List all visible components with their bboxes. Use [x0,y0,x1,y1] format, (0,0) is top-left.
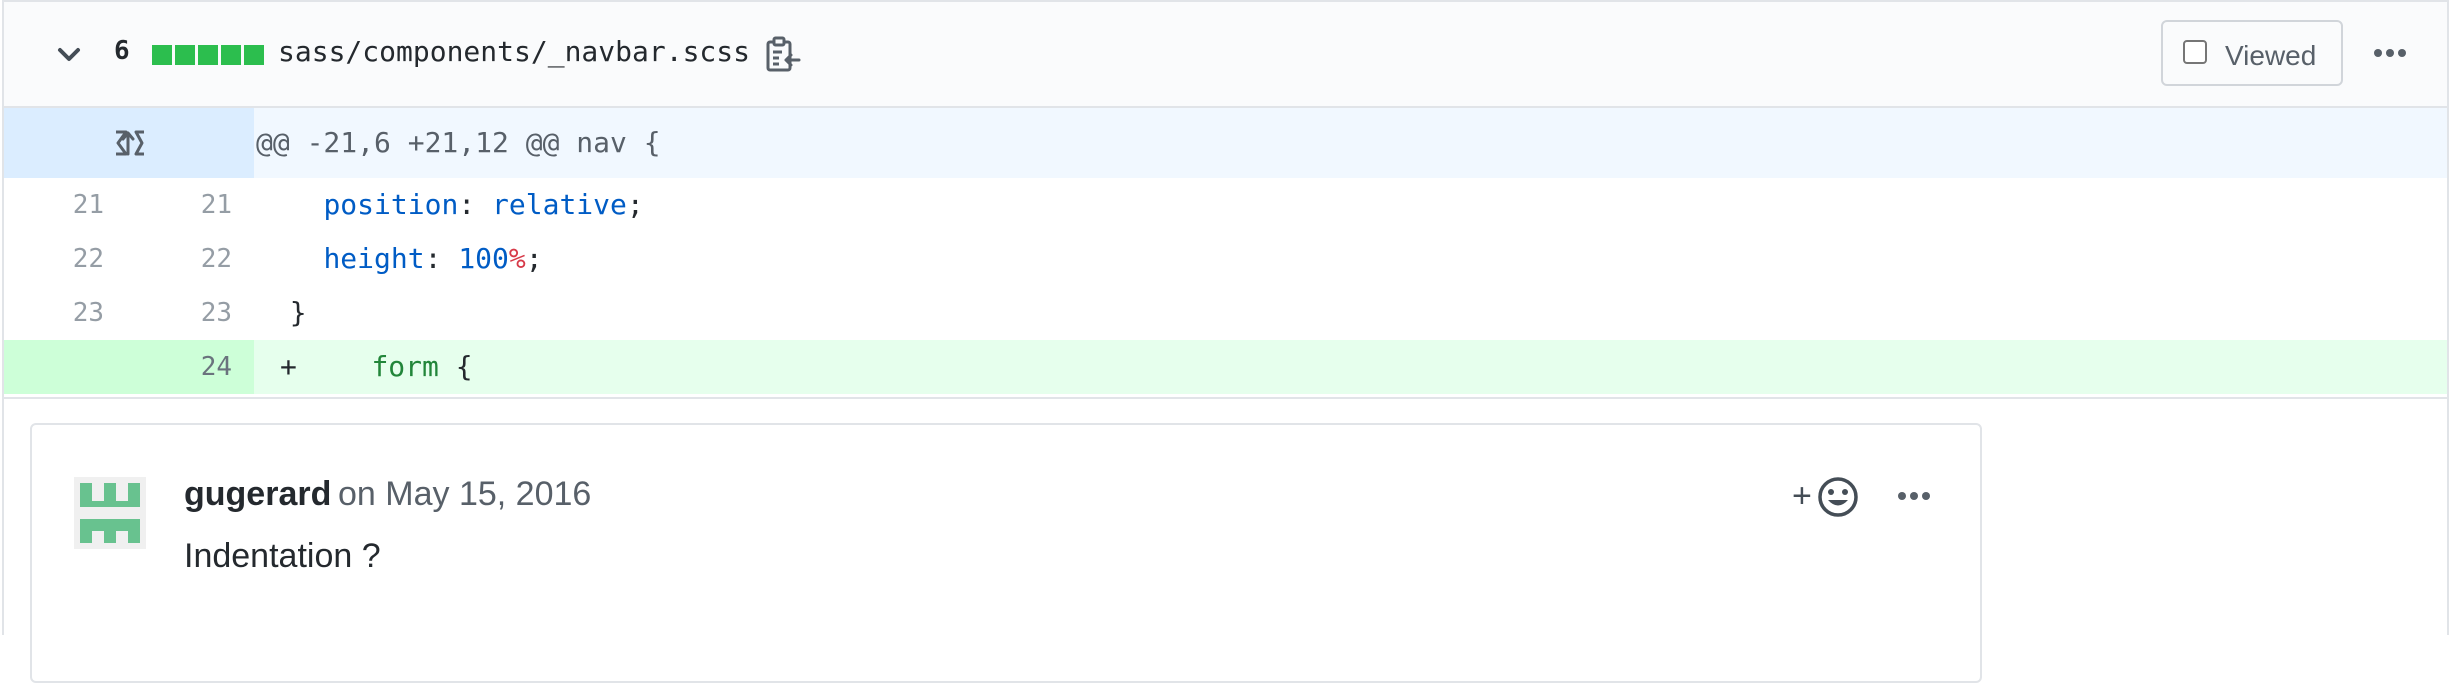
diffstat-bar [152,45,264,65]
old-line-number[interactable]: 21 [4,178,104,232]
code-line: form { [304,340,473,394]
diff-line: 23 23 } [4,286,2447,340]
diffstat-block [175,45,195,65]
css-unit: % [508,242,526,275]
diffstat-block [198,45,218,65]
comment-date[interactable]: on May 15, 2016 [338,475,591,514]
add-reaction-button[interactable]: + [1792,475,1862,519]
code-line: position: relative; [256,178,644,232]
css-property: position [323,188,459,221]
viewed-label: Viewed [2225,40,2317,71]
code-separator: : [458,188,493,221]
kebab-horizontal-icon[interactable] [2370,38,2410,68]
code-separator: : [424,242,459,275]
reaction-plus: + [1792,477,1812,515]
unfold-icon[interactable] [112,128,148,158]
code-line: } [256,296,307,329]
comment-kebab-icon[interactable] [1894,481,1934,511]
diffstat-block [244,45,264,65]
diff-file: 6 sass/components/_navbar.scss Viewed @@… [2,0,2449,683]
new-line-number[interactable]: 21 [129,178,232,232]
change-count: 6 [114,36,130,66]
diff-line: 21 21 position: relative; [4,178,2447,232]
viewed-checkbox[interactable] [2183,40,2207,64]
hunk-gutter [4,108,254,178]
chevron-down-icon[interactable] [54,40,84,70]
code-line: height: 100%; [256,232,543,286]
smiley-icon [1818,477,1858,517]
css-value: 100 [458,242,509,275]
hunk-header-row: @@ -21,6 +21,12 @@ nav { [4,108,2447,178]
old-line-number[interactable]: 22 [4,232,104,286]
old-line-number[interactable]: 23 [4,286,104,340]
review-comment: gugerard on May 15, 2016 Indentation ? + [30,423,1982,683]
viewed-toggle[interactable]: Viewed [2161,20,2343,86]
inline-comment-thread: gugerard on May 15, 2016 Indentation ? + [4,397,2447,683]
new-line-number[interactable]: 23 [129,286,232,340]
code-rest: { [438,350,473,383]
code-end: ; [525,242,543,275]
diff-line: 22 22 height: 100%; [4,232,2447,286]
diffstat-block [221,45,241,65]
clipboard-copy-icon[interactable] [764,36,802,74]
file-header: 6 sass/components/_navbar.scss Viewed [4,2,2447,108]
hunk-header-text: @@ -21,6 +21,12 @@ nav { [256,126,661,159]
identicon-avatar[interactable] [74,477,146,549]
diffstat-block [152,45,172,65]
addition-marker: + [280,350,297,383]
added-gutter: 24 [4,340,254,394]
css-property: height [323,242,425,275]
diff-line-added: 24 + form { [4,340,2447,394]
comment-body: Indentation ? [184,537,381,575]
file-path[interactable]: sass/components/_navbar.scss [278,35,750,68]
css-selector: form [371,350,439,383]
code-end: ; [626,188,644,221]
comment-author[interactable]: gugerard [184,475,331,514]
css-value: relative [492,188,627,221]
new-line-number[interactable]: 22 [129,232,232,286]
new-line-number[interactable]: 24 [129,340,232,394]
